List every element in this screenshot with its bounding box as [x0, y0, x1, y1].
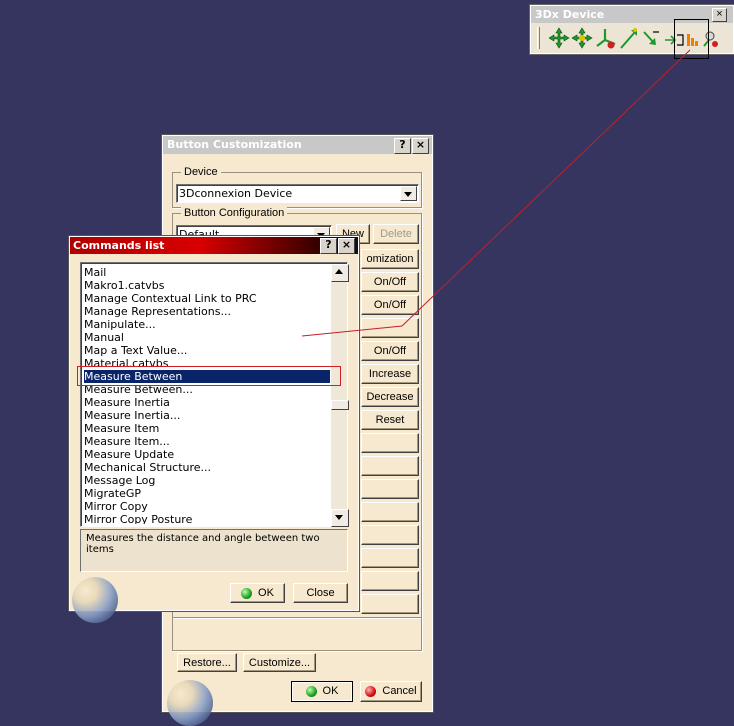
callout-line: [301, 49, 691, 337]
